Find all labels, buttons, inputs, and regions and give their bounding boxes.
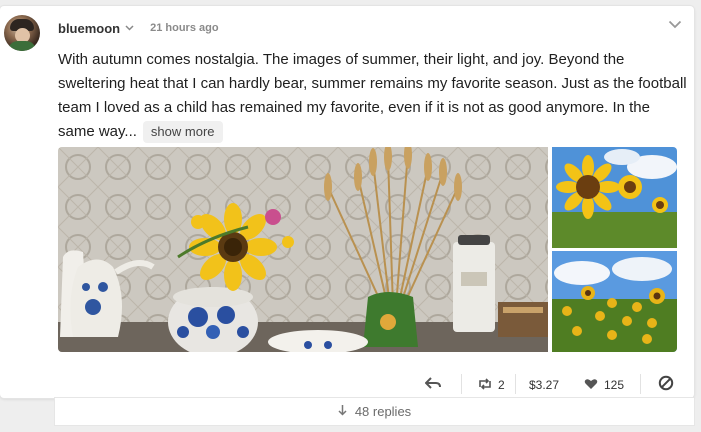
avatar-shirt	[8, 41, 36, 51]
post-menu-chevron-icon[interactable]	[668, 16, 682, 32]
post-actions: 2 $3.27 125	[0, 370, 694, 398]
heart-icon	[584, 377, 598, 393]
post-header: bluemoon 21 hours ago	[58, 17, 219, 39]
reply-button[interactable]	[424, 376, 441, 392]
reblog-button[interactable]: 2	[478, 377, 505, 393]
post-card: bluemoon 21 hours ago With autumn comes …	[0, 6, 694, 398]
sunflower-closeup-image	[552, 147, 677, 248]
image-side-top[interactable]	[552, 147, 677, 248]
show-more-button[interactable]: show more	[142, 121, 223, 143]
payout-amount: $3.27	[529, 378, 560, 392]
arrow-down-icon	[338, 404, 347, 419]
sunflower-field-image	[552, 251, 677, 352]
chevron-down-icon[interactable]	[125, 23, 134, 34]
reply-arrow-icon	[424, 376, 441, 392]
reblog-count: 2	[498, 378, 505, 392]
reblog-icon	[478, 377, 492, 393]
payout-value[interactable]: $3.27	[529, 378, 559, 392]
view-replies-button[interactable]: 48 replies	[55, 398, 694, 425]
like-count: 125	[604, 378, 625, 392]
timestamp[interactable]: 21 hours ago	[150, 22, 218, 34]
image-main[interactable]	[58, 147, 548, 352]
avatar[interactable]	[4, 15, 40, 51]
sunflower-vase-image	[58, 147, 548, 352]
image-side-bottom[interactable]	[552, 251, 677, 352]
replies-count: 48 replies	[354, 404, 412, 419]
divider	[640, 374, 641, 394]
mute-button[interactable]	[658, 375, 674, 394]
block-icon	[658, 375, 674, 394]
divider	[515, 374, 516, 394]
username[interactable]: bluemoon	[58, 21, 120, 36]
post-body: With autumn comes nostalgia. The images …	[58, 48, 688, 144]
divider	[461, 374, 462, 394]
like-button[interactable]: 125	[584, 377, 624, 393]
